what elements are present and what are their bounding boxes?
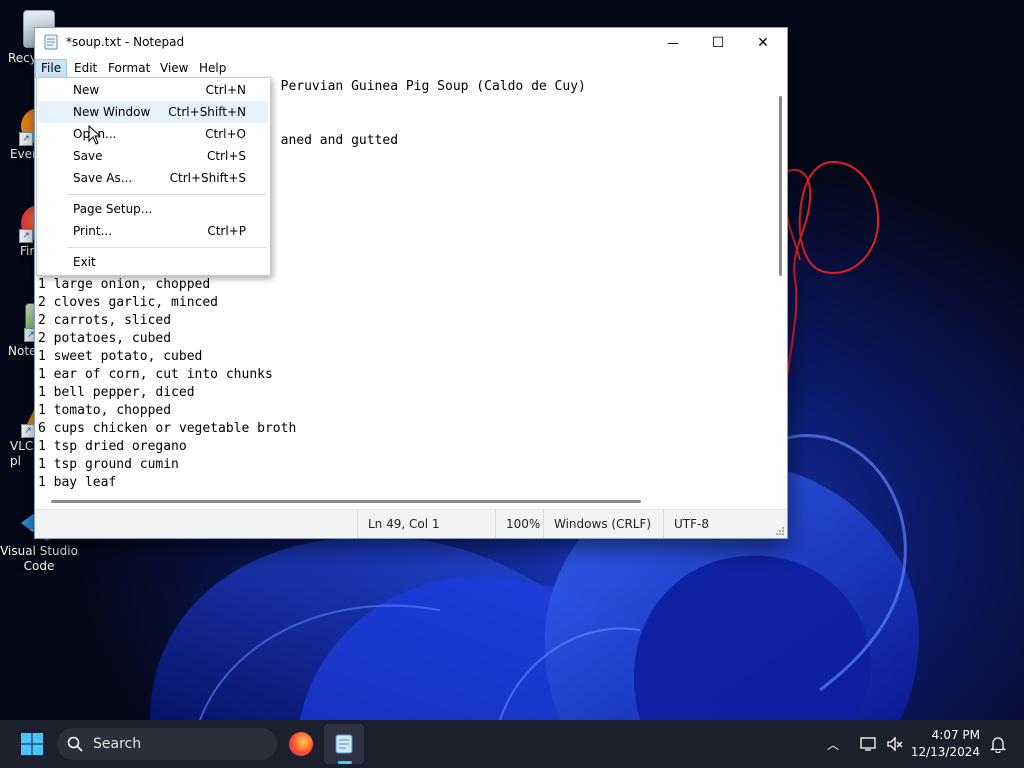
start-button[interactable] bbox=[12, 724, 52, 764]
network-icon bbox=[860, 737, 876, 751]
menu-item-shortcut: Ctrl+O bbox=[205, 127, 246, 141]
clock-date[interactable]: 12/13/2024 bbox=[900, 745, 980, 759]
menu-item-save-as[interactable]: Save As... Ctrl+Shift+S bbox=[39, 167, 268, 189]
menu-edit[interactable]: Edit bbox=[69, 60, 102, 77]
maximize-icon: ☐ bbox=[711, 35, 725, 51]
file-menu-dropdown: New Ctrl+N New Window Ctrl+Shift+N Open.… bbox=[36, 77, 271, 276]
menu-separator bbox=[67, 247, 266, 248]
menu-item-label: Print... bbox=[73, 224, 113, 238]
taskbar-search[interactable]: Search bbox=[57, 728, 277, 760]
menu-item-label: Exit bbox=[73, 255, 96, 269]
menu-item-shortcut: Ctrl+Shift+S bbox=[169, 171, 246, 185]
clock-time[interactable]: 4:07 PM bbox=[900, 728, 980, 742]
menu-separator bbox=[67, 194, 266, 195]
menu-item-open[interactable]: Open... Ctrl+O bbox=[39, 123, 268, 145]
resize-grip-icon[interactable] bbox=[775, 526, 785, 536]
horizontal-scroll-thumb[interactable] bbox=[51, 500, 641, 503]
show-hidden-icons-button[interactable]: ︿ bbox=[818, 724, 848, 764]
title-bar[interactable]: *soup.txt - Notepad — ☐ ✕ bbox=[35, 28, 787, 58]
windows-logo-icon bbox=[21, 733, 43, 755]
shortcut-arrow-icon: ↗ bbox=[21, 424, 35, 438]
firefox-icon bbox=[289, 732, 313, 756]
notepad-app-icon bbox=[44, 34, 58, 50]
menu-item-shortcut: Ctrl+Shift+N bbox=[168, 105, 246, 119]
menu-bar: File Edit Format View Help bbox=[34, 58, 787, 78]
status-line-ending: Windows (CRLF) bbox=[543, 510, 666, 538]
status-encoding: UTF-8 bbox=[663, 510, 774, 538]
menu-item-page-setup[interactable]: Page Setup... bbox=[39, 198, 268, 220]
menu-item-shortcut: Ctrl+N bbox=[205, 83, 246, 97]
notifications-button[interactable] bbox=[986, 724, 1010, 764]
menu-item-new-window[interactable]: New Window Ctrl+Shift+N bbox=[39, 101, 268, 123]
shortcut-arrow-icon: ↗ bbox=[19, 229, 33, 243]
network-icon-button[interactable] bbox=[856, 724, 882, 764]
menu-view[interactable]: View bbox=[155, 60, 193, 77]
status-cursor-position: Ln 49, Col 1 bbox=[357, 510, 496, 538]
mouse-cursor-icon bbox=[88, 125, 102, 145]
menu-item-label: Save As... bbox=[73, 171, 133, 185]
vertical-scrollbar[interactable] bbox=[771, 78, 787, 494]
taskbar: Search ︿ 4:07 PM 12/13/2024 bbox=[0, 720, 1024, 768]
menu-format[interactable]: Format bbox=[103, 60, 155, 77]
menu-item-label: New Window bbox=[73, 105, 151, 119]
bell-icon bbox=[990, 737, 1006, 753]
notepad-icon bbox=[335, 734, 353, 754]
search-label: Search bbox=[93, 736, 142, 752]
menu-item-new[interactable]: New Ctrl+N bbox=[39, 79, 268, 101]
maximize-button[interactable]: ☐ bbox=[695, 28, 741, 58]
active-app-indicator bbox=[338, 761, 352, 764]
taskbar-firefox[interactable] bbox=[281, 724, 321, 764]
window-title: *soup.txt - Notepad bbox=[66, 35, 185, 49]
menu-file[interactable]: File bbox=[34, 59, 68, 78]
menu-item-shortcut: Ctrl+S bbox=[206, 149, 246, 163]
minimize-icon: — bbox=[667, 36, 679, 50]
status-bar: Ln 49, Col 1 100% Windows (CRLF) UTF-8 bbox=[35, 509, 787, 538]
shortcut-arrow-icon: ↗ bbox=[19, 132, 33, 146]
menu-item-label: New bbox=[73, 83, 100, 97]
menu-item-save[interactable]: Save Ctrl+S bbox=[39, 145, 268, 167]
menu-item-print[interactable]: Print... Ctrl+P bbox=[39, 220, 268, 242]
menu-item-shortcut: Ctrl+P bbox=[207, 224, 246, 238]
close-icon: ✕ bbox=[757, 35, 769, 51]
taskbar-notepad[interactable] bbox=[324, 724, 364, 764]
search-icon bbox=[67, 736, 83, 752]
desktop-icon-label: Visual Studio Code bbox=[0, 544, 78, 573]
menu-item-label: Page Setup... bbox=[73, 202, 153, 216]
close-button[interactable]: ✕ bbox=[740, 28, 786, 58]
menu-item-label: Save bbox=[73, 149, 103, 163]
shortcut-arrow-icon: ↗ bbox=[21, 529, 33, 541]
chevron-up-icon: ︿ bbox=[826, 737, 839, 752]
vertical-scroll-thumb[interactable] bbox=[779, 96, 782, 276]
menu-item-exit[interactable]: Exit bbox=[39, 251, 268, 273]
menu-help[interactable]: Help bbox=[194, 60, 231, 77]
minimize-button[interactable]: — bbox=[650, 28, 696, 58]
horizontal-scrollbar[interactable] bbox=[35, 494, 771, 510]
